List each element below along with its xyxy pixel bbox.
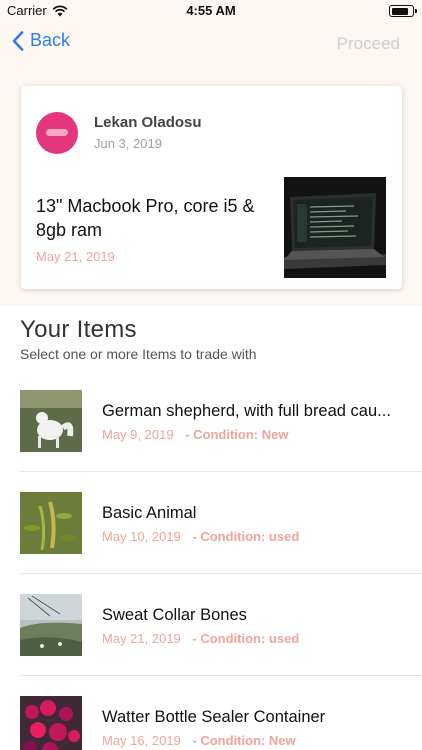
item-meta: May 21, 2019 - Condition: used xyxy=(102,631,299,646)
item-name: Watter Bottle Sealer Container xyxy=(102,708,326,726)
back-button[interactable]: Back xyxy=(12,30,70,51)
item-condition: - Condition: used xyxy=(192,631,300,646)
owner-avatar xyxy=(36,112,78,154)
list-item[interactable]: Sweat Collar Bones May 21, 2019 - Condit… xyxy=(0,575,422,676)
navigation-bar: Back Proceed xyxy=(0,22,422,66)
your-items-heading: Your Items xyxy=(20,316,137,343)
item-thumbnail xyxy=(20,696,82,750)
item-date: May 21, 2019 xyxy=(102,631,181,646)
item-thumbnail xyxy=(20,492,82,554)
item-date: May 10, 2019 xyxy=(102,529,181,544)
list-item[interactable]: Basic Animal May 10, 2019 - Condition: u… xyxy=(0,473,422,574)
item-name: Sweat Collar Bones xyxy=(102,606,247,624)
proceed-button[interactable]: Proceed xyxy=(337,34,400,54)
offer-item-photo xyxy=(284,177,386,278)
item-condition: - Condition: used xyxy=(192,529,300,544)
battery-icon xyxy=(389,5,417,17)
divider xyxy=(20,573,422,574)
item-condition: - Condition: New xyxy=(185,427,289,442)
item-meta: May 16, 2019 - Condition: New xyxy=(102,733,296,748)
list-item[interactable]: Watter Bottle Sealer Container May 16, 2… xyxy=(0,677,422,750)
offer-item-card[interactable]: Lekan Oladosu Jun 3, 2019 13" Macbook Pr… xyxy=(21,86,402,289)
item-meta: May 9, 2019 - Condition: New xyxy=(102,427,288,442)
back-chevron-icon xyxy=(12,30,24,51)
item-condition: - Condition: New xyxy=(192,733,296,748)
item-thumbnail xyxy=(20,390,82,452)
list-item[interactable]: German shepherd, with full bread cau... … xyxy=(0,371,422,472)
offer-item-date: May 21, 2019 xyxy=(36,249,115,264)
offer-item-title: 13" Macbook Pro, core i5 & 8gb ram xyxy=(36,196,255,240)
item-name: Basic Animal xyxy=(102,504,197,522)
item-thumbnail xyxy=(20,594,82,656)
back-label: Back xyxy=(30,30,71,50)
item-date: May 9, 2019 xyxy=(102,427,174,442)
item-meta: May 10, 2019 - Condition: used xyxy=(102,529,299,544)
clock: 4:55 AM xyxy=(186,3,236,18)
divider xyxy=(20,675,422,676)
item-date: May 16, 2019 xyxy=(102,733,181,748)
owner-date: Jun 3, 2019 xyxy=(94,136,162,151)
owner-name: Lekan Oladosu xyxy=(94,114,202,131)
item-name: German shepherd, with full bread cau... xyxy=(102,402,391,420)
your-items-subheading: Select one or more Items to trade with xyxy=(20,346,257,362)
status-bar: Carrier 4:55 AM xyxy=(0,0,422,22)
divider xyxy=(20,471,422,472)
